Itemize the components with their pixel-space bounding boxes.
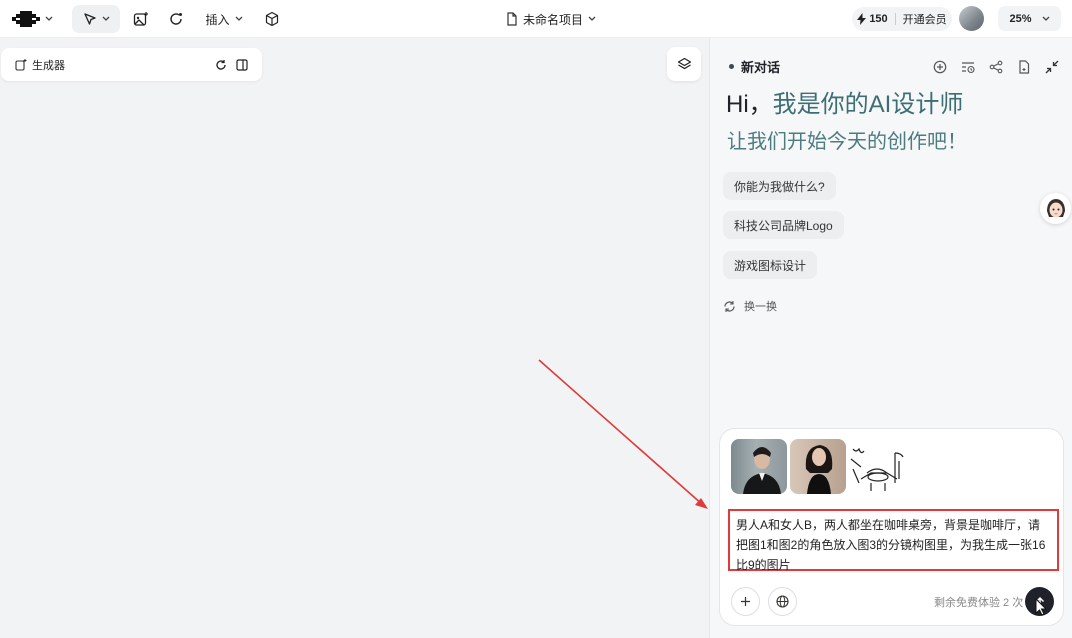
save-to-file-button[interactable] xyxy=(1015,58,1033,76)
collapse-panel-button[interactable] xyxy=(1043,58,1061,76)
file-icon xyxy=(507,12,517,26)
collapse-icon xyxy=(1045,60,1059,74)
reference-image-man[interactable] xyxy=(731,439,787,494)
refresh-suggestions-button[interactable]: 换一换 xyxy=(723,297,777,315)
new-chat-button[interactable] xyxy=(931,58,949,76)
suggestion-label: 科技公司品牌Logo xyxy=(734,218,833,233)
zoom-value: 25% xyxy=(1009,12,1032,25)
select-tool-button[interactable] xyxy=(72,5,120,33)
greeting-designer: 我是你的AI设计师 xyxy=(772,91,964,118)
greeting-line-1: Hi，我是你的AI设计师 xyxy=(726,90,963,120)
generator-icon xyxy=(15,59,27,71)
reference-image-storyboard[interactable] xyxy=(849,439,905,494)
member-group: 150 开通会员 xyxy=(852,7,952,31)
logo-icon xyxy=(11,11,40,27)
assistant-avatar[interactable] xyxy=(1040,193,1071,224)
rotate-icon xyxy=(216,60,226,70)
history-button[interactable] xyxy=(959,58,977,76)
generator-panel-toggle[interactable] xyxy=(234,57,250,73)
chevron-down-icon xyxy=(45,16,52,21)
chat-title-text: 新对话 xyxy=(741,59,781,75)
share-icon xyxy=(989,60,1003,74)
sketch-icon xyxy=(850,447,904,491)
3d-tool-button[interactable] xyxy=(262,9,282,29)
upgrade-member-link[interactable]: 开通会员 xyxy=(903,11,947,27)
greeting-line-2: 让我们开始今天的创作吧！ xyxy=(727,131,967,153)
suggestion-label: 你能为我做什么? xyxy=(734,179,825,194)
insert-label: 插入 xyxy=(205,12,230,27)
greeting-hi: Hi， xyxy=(726,91,773,118)
refresh-shape-icon xyxy=(170,13,182,25)
chevron-down-icon xyxy=(588,16,596,21)
web-search-toggle[interactable] xyxy=(768,587,797,616)
top-toolbar: 插入 未命名项目 150 开通会员 25% xyxy=(0,0,1072,38)
credits-count: 150 xyxy=(869,13,888,25)
lightning-icon xyxy=(857,13,867,25)
refresh-label: 换一换 xyxy=(744,301,777,313)
image-sparkle-icon xyxy=(133,12,148,26)
man-portrait-icon xyxy=(743,447,781,494)
suggestion-chip[interactable]: 你能为我做什么? xyxy=(723,172,836,200)
reference-image-woman[interactable] xyxy=(790,439,846,494)
shape-tool-button[interactable] xyxy=(166,9,186,29)
image-generate-button[interactable] xyxy=(131,9,151,29)
divider xyxy=(894,13,896,25)
chevron-down-icon xyxy=(102,16,109,21)
add-attachment-button[interactable] xyxy=(731,587,760,616)
share-button[interactable] xyxy=(987,58,1005,76)
sidebar-panel-icon xyxy=(236,59,248,71)
project-title-menu[interactable]: 未命名项目 xyxy=(506,9,596,29)
assistant-face-icon xyxy=(1046,198,1065,217)
plus-circle-icon xyxy=(933,60,947,74)
layers-icon xyxy=(677,57,691,69)
prompt-input[interactable]: 男人A和女人B，两人都坐在咖啡桌旁，背景是咖啡厅，请把图1和图2的角色放入图3的… xyxy=(728,509,1059,572)
cursor-icon xyxy=(83,13,96,25)
layers-button[interactable] xyxy=(667,47,701,81)
suggestion-chip[interactable]: 游戏图标设计 xyxy=(723,251,818,279)
free-trial-remaining: 剩余免费体验 2 次 xyxy=(934,597,1024,609)
chevron-down-icon xyxy=(1042,16,1049,21)
generator-label: 生成器 xyxy=(32,60,65,72)
user-avatar[interactable] xyxy=(959,6,984,31)
generator-refresh-button[interactable] xyxy=(213,57,229,73)
zoom-select[interactable]: 25% xyxy=(998,6,1061,31)
project-title: 未命名项目 xyxy=(523,12,584,27)
refresh-icon xyxy=(724,300,735,312)
generator-title[interactable]: 生成器 xyxy=(15,57,65,73)
generator-panel: 生成器 xyxy=(1,48,262,81)
chevron-down-icon xyxy=(235,16,242,21)
suggestion-chip[interactable]: 科技公司品牌Logo xyxy=(723,211,844,239)
logo-menu[interactable] xyxy=(10,8,54,30)
cube-icon xyxy=(265,11,279,27)
plus-icon xyxy=(741,597,750,606)
woman-portrait-icon xyxy=(805,445,833,494)
design-canvas[interactable] xyxy=(0,38,709,638)
insert-menu[interactable]: 插入 xyxy=(201,9,247,29)
chat-title: 新对话 xyxy=(729,57,780,75)
document-icon xyxy=(1019,60,1030,74)
history-icon xyxy=(962,62,975,74)
status-dot xyxy=(729,63,734,69)
globe-icon xyxy=(776,595,789,608)
mouse-pointer-icon xyxy=(1035,598,1048,616)
suggestion-label: 游戏图标设计 xyxy=(734,258,807,273)
